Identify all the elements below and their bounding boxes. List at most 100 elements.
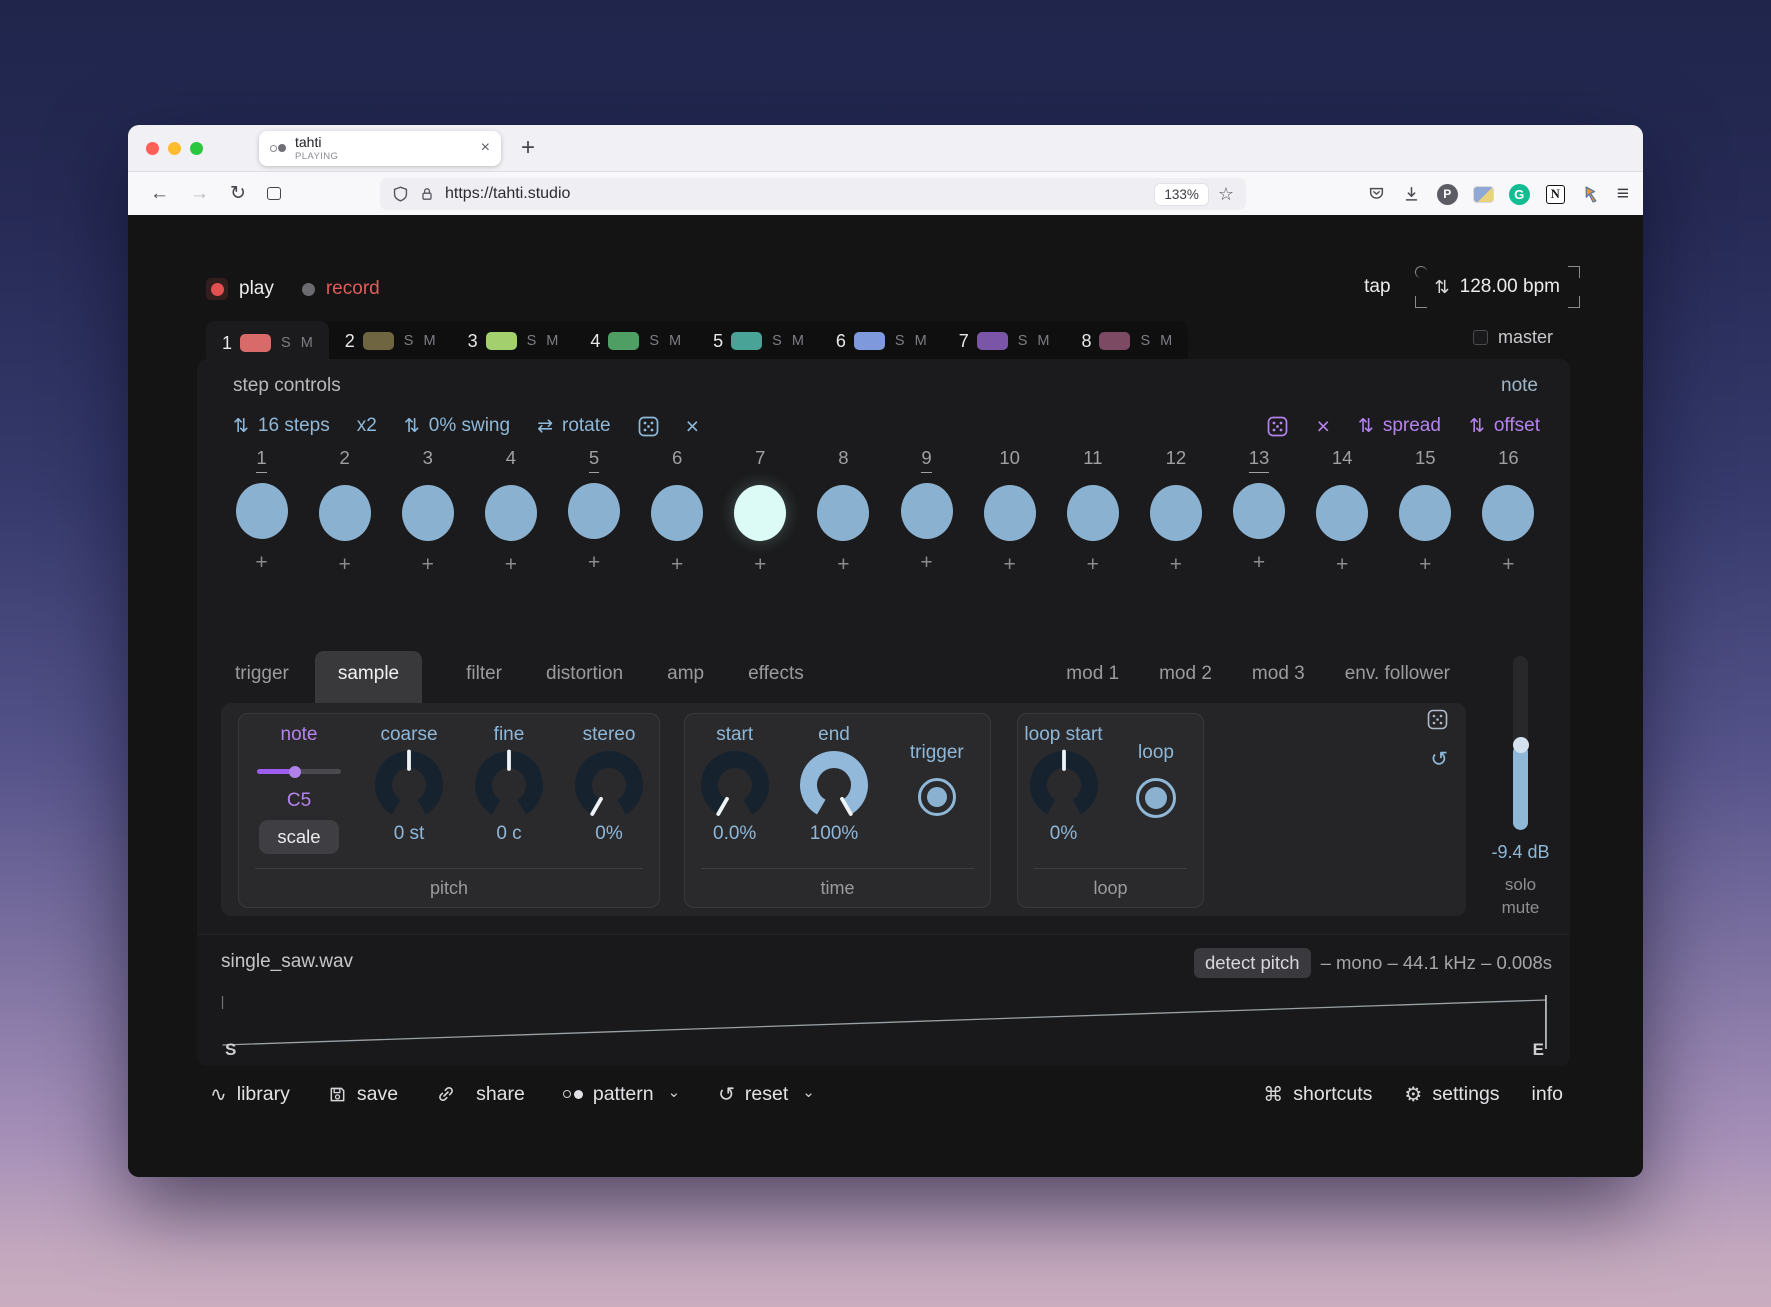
track-mute-button[interactable]: M <box>546 333 558 349</box>
track-tab-3[interactable]: 3SM <box>452 321 575 361</box>
step-add-button[interactable]: + <box>1170 553 1182 577</box>
grammarly-icon[interactable]: G <box>1509 184 1530 205</box>
coarse-knob[interactable] <box>371 747 447 823</box>
minimize-window-button[interactable] <box>168 142 181 155</box>
track-tab-8[interactable]: 8SM <box>1065 321 1188 361</box>
arrow-extension-icon[interactable] <box>1581 184 1601 204</box>
notion-icon[interactable]: N <box>1546 185 1565 204</box>
zoom-level-badge[interactable]: 133% <box>1155 184 1208 205</box>
bpm-control[interactable]: ⇅ 128.00 bpm <box>1415 266 1580 308</box>
share-button[interactable]: share <box>436 1083 525 1106</box>
track-solo-button[interactable]: S <box>772 333 782 349</box>
track-tab-7[interactable]: 7SM <box>943 321 1066 361</box>
forward-button[interactable]: → <box>190 183 209 205</box>
scale-button[interactable]: scale <box>259 820 338 854</box>
step-add-button[interactable]: + <box>339 553 351 577</box>
step-add-button[interactable]: + <box>1253 551 1265 575</box>
step-pad[interactable] <box>1316 485 1368 541</box>
track-solo-button[interactable]: S <box>527 333 537 349</box>
step-add-button[interactable]: + <box>588 551 600 575</box>
tap-tempo-button[interactable]: tap <box>1364 276 1390 298</box>
start-knob[interactable] <box>697 747 773 823</box>
tab-sample[interactable]: sample <box>315 651 422 703</box>
stereo-knob[interactable] <box>571 747 647 823</box>
solo-button[interactable]: solo <box>1473 875 1568 895</box>
shield-icon[interactable] <box>392 185 409 203</box>
info-button[interactable]: info <box>1532 1083 1563 1106</box>
bpm-updown-icon[interactable]: ⇅ <box>1435 277 1450 298</box>
trigger-toggle[interactable] <box>918 778 956 816</box>
new-tab-button[interactable]: + <box>521 134 535 162</box>
pocket-icon[interactable] <box>1367 185 1386 203</box>
step-pad[interactable] <box>402 485 454 541</box>
detect-pitch-button[interactable]: detect pitch <box>1194 948 1311 978</box>
note-mode-label[interactable]: note <box>1501 375 1538 397</box>
step-pad[interactable] <box>1150 485 1202 541</box>
volume-slider-thumb[interactable] <box>1513 737 1529 753</box>
track-tab-5[interactable]: 5SM <box>697 321 820 361</box>
step-pad[interactable] <box>984 485 1036 541</box>
track-solo-button[interactable]: S <box>649 333 659 349</box>
shortcuts-button[interactable]: ⌘ shortcuts <box>1263 1082 1372 1107</box>
menu-icon[interactable]: ≡ <box>1617 182 1629 206</box>
library-button[interactable]: ∿ library <box>210 1082 290 1107</box>
record-button[interactable]: record <box>302 278 380 300</box>
track-mute-button[interactable]: M <box>792 333 804 349</box>
track-color-swatch[interactable] <box>731 332 762 350</box>
track-mute-button[interactable]: M <box>423 333 435 349</box>
volume-slider-track[interactable] <box>1513 656 1528 830</box>
lock-icon[interactable] <box>419 185 435 203</box>
track-tab-4[interactable]: 4SM <box>574 321 697 361</box>
extension-p-icon[interactable]: P <box>1437 184 1458 205</box>
step-pad[interactable] <box>1482 485 1534 541</box>
step-add-button[interactable]: + <box>671 553 683 577</box>
pattern-selector[interactable]: pattern ⌄ <box>563 1083 680 1106</box>
address-bar[interactable]: https://tahti.studio 133% ☆ <box>380 178 1246 210</box>
track-mute-button[interactable]: M <box>669 333 681 349</box>
step-pad[interactable] <box>901 483 953 539</box>
step-add-button[interactable]: + <box>1419 553 1431 577</box>
tab-env-follower[interactable]: env. follower <box>1345 651 1450 697</box>
mute-button[interactable]: mute <box>1473 898 1568 918</box>
start-marker[interactable]: S <box>225 1040 236 1060</box>
step-add-button[interactable]: + <box>255 551 267 575</box>
step-add-button[interactable]: + <box>1336 553 1348 577</box>
volume-db-value[interactable]: -9.4 dB <box>1473 842 1568 863</box>
fine-knob[interactable] <box>471 747 547 823</box>
tab-amp[interactable]: amp <box>667 651 704 697</box>
track-color-swatch[interactable] <box>1099 332 1130 350</box>
rotate-control[interactable]: ⇄ rotate <box>537 415 611 438</box>
tab-mod-2[interactable]: mod 2 <box>1159 651 1212 697</box>
master-toggle[interactable]: master <box>1473 327 1553 348</box>
end-knob[interactable] <box>796 747 872 823</box>
track-solo-button[interactable]: S <box>1018 333 1028 349</box>
track-solo-button[interactable]: S <box>281 335 291 351</box>
note-slider-thumb[interactable] <box>289 766 301 778</box>
randomize-sample-button[interactable] <box>1427 709 1448 730</box>
track-color-swatch[interactable] <box>486 332 517 350</box>
play-button[interactable]: play <box>206 278 274 300</box>
extension-image-icon[interactable] <box>1474 187 1493 202</box>
step-pad[interactable] <box>1067 485 1119 541</box>
note-value[interactable]: C5 <box>287 790 311 812</box>
track-color-swatch[interactable] <box>977 332 1008 350</box>
steps-count-control[interactable]: ⇅ 16 steps <box>233 415 330 438</box>
step-add-button[interactable]: + <box>422 553 434 577</box>
settings-button[interactable]: ⚙ settings <box>1404 1082 1499 1107</box>
step-pad[interactable] <box>651 485 703 541</box>
track-color-swatch[interactable] <box>363 332 394 350</box>
track-solo-button[interactable]: S <box>895 333 905 349</box>
screenshot-icon[interactable] <box>267 187 281 200</box>
step-add-button[interactable]: + <box>1087 553 1099 577</box>
multiplier-control[interactable]: x2 <box>357 415 377 437</box>
step-add-button[interactable]: + <box>837 553 849 577</box>
step-add-button[interactable]: + <box>1004 553 1016 577</box>
back-button[interactable]: ← <box>150 183 169 205</box>
step-pad[interactable] <box>485 485 537 541</box>
randomize-steps-button[interactable] <box>638 416 659 437</box>
step-pad[interactable] <box>734 485 786 541</box>
tab-close-icon[interactable]: × <box>481 139 490 157</box>
step-pad[interactable] <box>319 485 371 541</box>
tab-mod-1[interactable]: mod 1 <box>1066 651 1119 697</box>
tab-effects[interactable]: effects <box>748 651 804 697</box>
